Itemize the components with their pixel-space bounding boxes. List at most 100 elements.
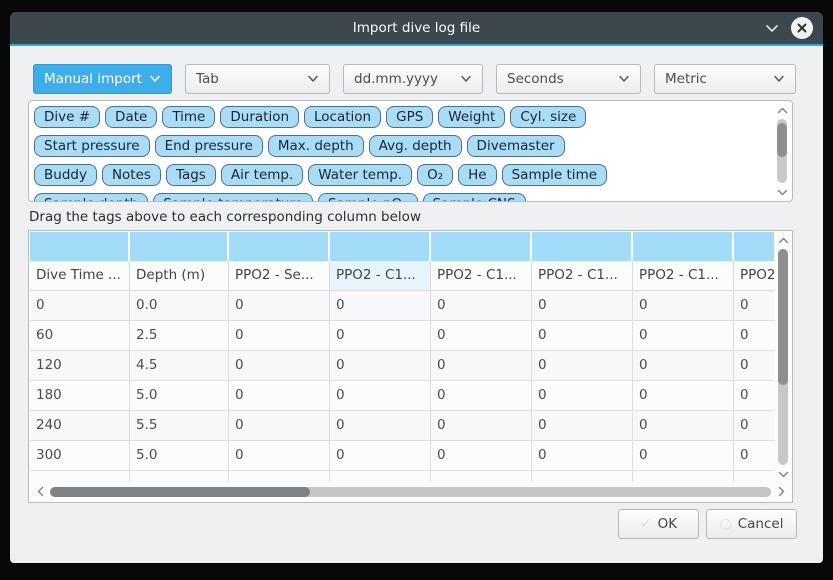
- column-header-cell: PPO2 - C1...: [330, 261, 431, 290]
- scroll-down-icon[interactable]: [775, 467, 791, 481]
- table-cell: 0: [229, 441, 330, 470]
- chevron-down-icon: [149, 75, 161, 83]
- drop-target-cell[interactable]: [431, 232, 532, 261]
- drag-tag[interactable]: Sample temperature: [153, 193, 313, 201]
- combo-value: Seconds: [507, 71, 612, 87]
- import-type-select[interactable]: Manual import: [33, 64, 172, 94]
- drag-tag[interactable]: Water temp.: [308, 164, 412, 186]
- drag-tag[interactable]: Buddy: [34, 164, 97, 186]
- scrollbar-track[interactable]: [777, 119, 787, 183]
- scrollbar-thumb[interactable]: [777, 123, 787, 158]
- table-cell: 0: [229, 321, 330, 350]
- table-horizontal-scrollbar[interactable]: [30, 482, 791, 501]
- table-cell: 0: [633, 351, 734, 380]
- chevron-down-icon: [773, 75, 785, 83]
- table-cell: 5.0: [130, 381, 229, 410]
- chevron-down-icon: [765, 24, 779, 33]
- close-button[interactable]: [791, 17, 813, 39]
- import-dive-log-dialog: Import dive log file Manual import: [10, 12, 823, 563]
- scroll-up-icon[interactable]: [774, 103, 790, 117]
- table-vertical-scrollbar[interactable]: [775, 233, 791, 481]
- scroll-down-icon[interactable]: [774, 185, 790, 199]
- options-row: Manual import Tab dd.mm.yyyy Seconds: [33, 64, 796, 94]
- table-row: [30, 471, 774, 482]
- table-cell: 0: [734, 381, 774, 410]
- drag-tag[interactable]: Weight: [438, 106, 505, 128]
- drag-tag[interactable]: Location: [304, 106, 381, 128]
- drag-tag[interactable]: Notes: [102, 164, 161, 186]
- table-cell: 180: [30, 381, 130, 410]
- drag-tag[interactable]: Sample pO₂: [318, 193, 418, 201]
- drag-tag[interactable]: Divemaster: [467, 135, 565, 157]
- table-cell: 0: [431, 351, 532, 380]
- drag-tag[interactable]: GPS: [386, 106, 433, 128]
- cancel-icon: ○: [720, 516, 732, 532]
- table-cell: 0: [532, 411, 633, 440]
- drop-target-cell[interactable]: [130, 232, 229, 261]
- table-cell: 0: [229, 351, 330, 380]
- drop-target-cell[interactable]: [532, 232, 633, 261]
- date-format-select[interactable]: dd.mm.yyyy: [343, 64, 483, 94]
- drag-tag[interactable]: End pressure: [155, 135, 263, 157]
- table-row: 00.0000000: [30, 291, 774, 321]
- drop-target-cell[interactable]: [734, 232, 774, 261]
- column-header-cell: Depth (m): [130, 261, 229, 290]
- tag-panel-vertical-scrollbar[interactable]: [774, 103, 790, 199]
- drag-tag[interactable]: Time: [162, 106, 215, 128]
- scroll-left-icon[interactable]: [33, 484, 47, 500]
- scroll-right-icon[interactable]: [774, 484, 788, 500]
- drag-tag[interactable]: Cyl. size: [510, 106, 586, 128]
- drop-target-cell[interactable]: [229, 232, 330, 261]
- chevron-down-icon: [618, 75, 630, 83]
- table-row: 1805.0000000: [30, 381, 774, 411]
- drag-tag[interactable]: Sample CNS: [423, 193, 526, 201]
- drag-tag[interactable]: Duration: [220, 106, 299, 128]
- units-select[interactable]: Metric: [654, 64, 796, 94]
- scroll-up-icon[interactable]: [775, 233, 791, 247]
- drag-tag[interactable]: O₂: [417, 164, 453, 186]
- drag-tag[interactable]: Date: [105, 106, 157, 128]
- drop-target-cell[interactable]: [330, 232, 431, 261]
- table-cell: 0: [431, 441, 532, 470]
- duration-format-select[interactable]: Seconds: [496, 64, 641, 94]
- combo-value: Tab: [196, 71, 301, 87]
- table-cell: 240: [30, 411, 130, 440]
- scrollbar-thumb[interactable]: [50, 487, 310, 497]
- cancel-button[interactable]: ○ Cancel: [706, 509, 797, 539]
- ok-button[interactable]: ✓ OK: [618, 509, 699, 539]
- titlebar[interactable]: Import dive log file: [10, 12, 823, 44]
- drag-tag[interactable]: He: [458, 164, 496, 186]
- drag-tag[interactable]: Tags: [166, 164, 216, 186]
- preview-table: Dive Time ...Depth (m)PPO2 - Se...PPO2 -…: [28, 230, 793, 503]
- drag-tag[interactable]: Start pressure: [34, 135, 150, 157]
- table-cell: 0: [229, 411, 330, 440]
- tag-list-panel: Dive #DateTimeDurationLocationGPSWeightC…: [28, 100, 793, 202]
- drop-target-cell[interactable]: [633, 232, 734, 261]
- table-cell: [330, 471, 431, 482]
- table-cell: 0: [532, 321, 633, 350]
- table-cell: [130, 471, 229, 482]
- column-header-cell: PPO2 - C1...: [633, 261, 734, 290]
- table-cell: 0: [532, 291, 633, 320]
- table-cell: [30, 471, 130, 482]
- drag-tag[interactable]: Max. depth: [268, 135, 364, 157]
- drop-target-cell[interactable]: [30, 232, 130, 261]
- table-cell: 0: [532, 441, 633, 470]
- column-header-cell: PPO2 - C1...: [431, 261, 532, 290]
- field-separator-select[interactable]: Tab: [185, 64, 330, 94]
- drag-tag[interactable]: Avg. depth: [369, 135, 462, 157]
- scrollbar-track[interactable]: [778, 249, 788, 465]
- table-cell: 120: [30, 351, 130, 380]
- chevron-down-icon: [307, 75, 319, 83]
- shade-button[interactable]: [763, 19, 781, 37]
- drag-tag[interactable]: Air temp.: [221, 164, 303, 186]
- drag-tag[interactable]: Sample time: [502, 164, 607, 186]
- table-cell: [734, 471, 774, 482]
- scrollbar-thumb[interactable]: [778, 249, 788, 385]
- drag-tag[interactable]: Sample depth: [34, 193, 148, 201]
- drag-tag[interactable]: Dive #: [34, 106, 100, 128]
- ok-button-label: OK: [658, 516, 677, 532]
- table-cell: 0: [30, 291, 130, 320]
- column-header-cell: PPO2 - Se...: [229, 261, 330, 290]
- scrollbar-track[interactable]: [50, 487, 771, 497]
